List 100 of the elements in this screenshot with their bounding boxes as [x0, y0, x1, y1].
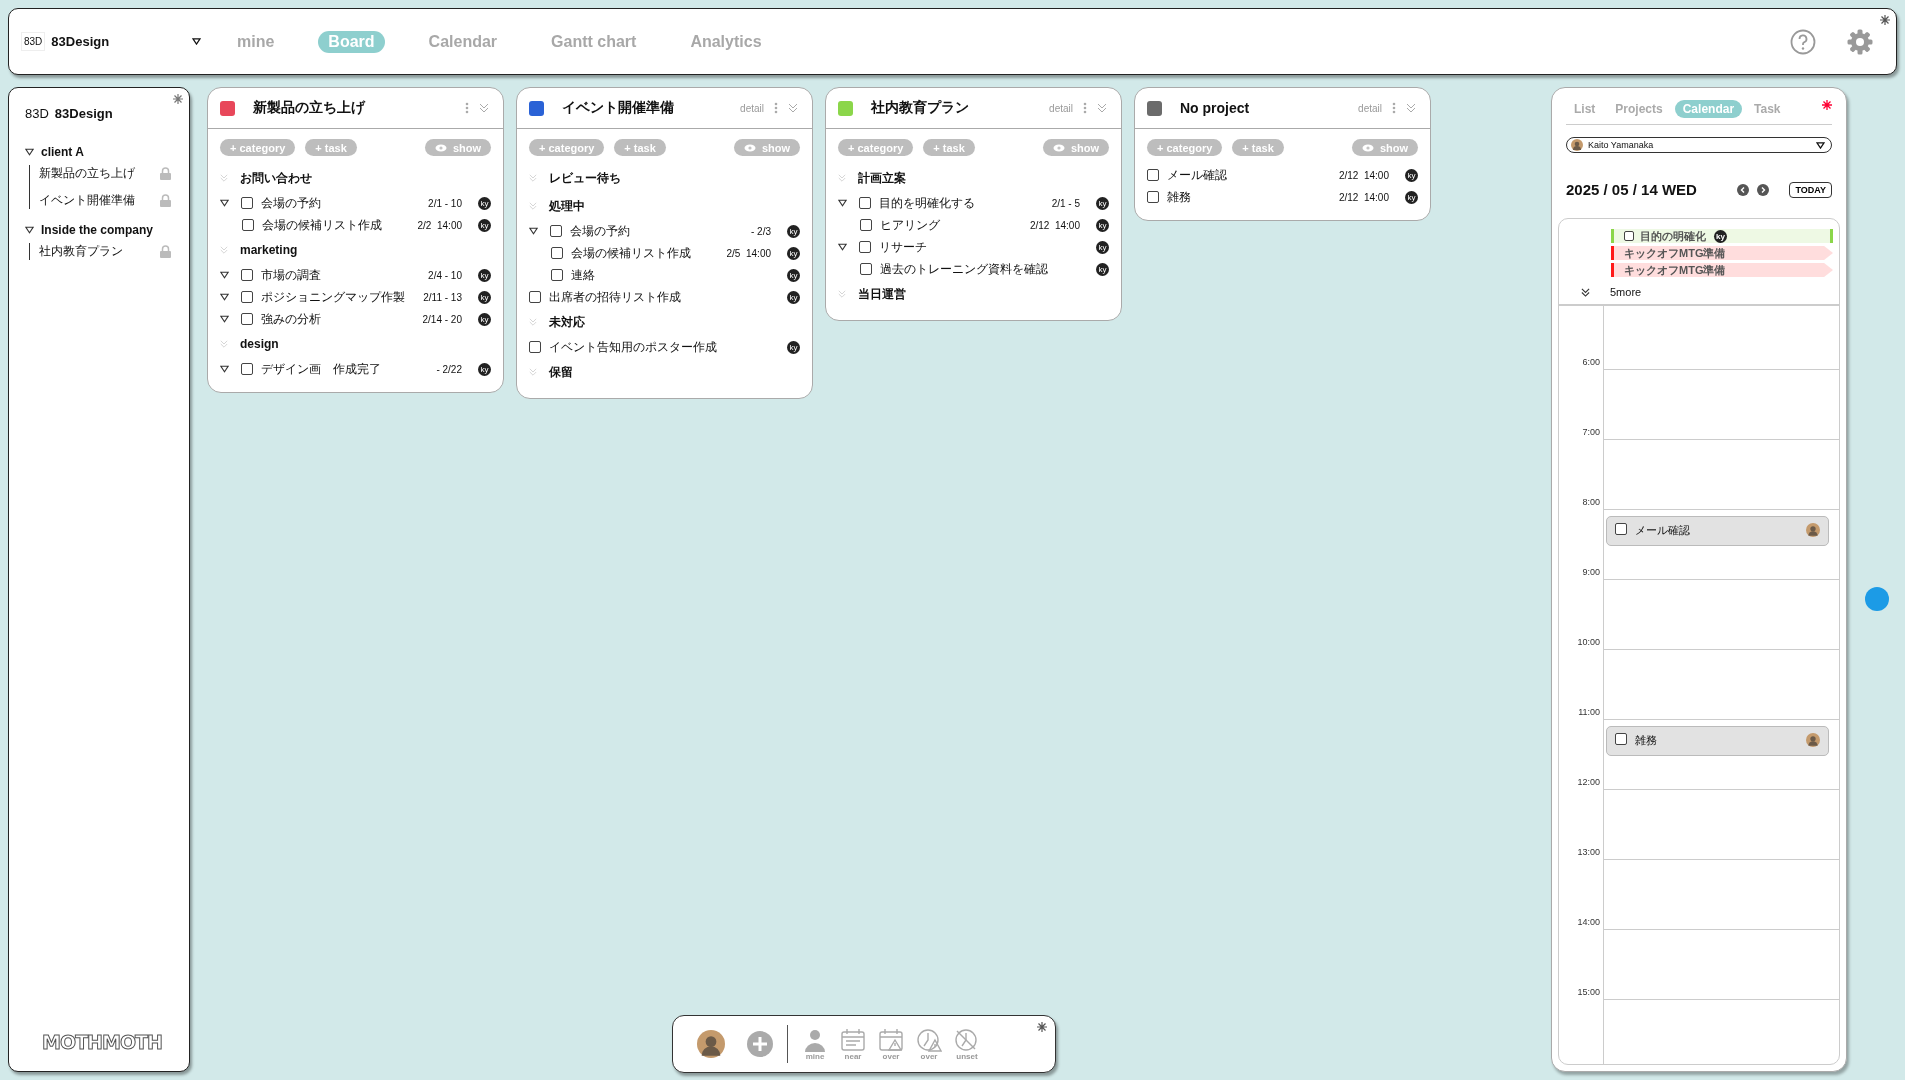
toggle-icon[interactable]	[25, 226, 34, 234]
task-date: 2/14 - 20	[422, 313, 462, 325]
assignee-avatar: ky	[787, 340, 800, 354]
settings-icon[interactable]	[1846, 27, 1874, 56]
task-checkbox[interactable]	[241, 363, 253, 375]
toggle-icon[interactable]	[529, 227, 538, 235]
asterisk-icon[interactable]	[1822, 100, 1832, 110]
help-icon[interactable]	[1790, 28, 1816, 55]
task-checkbox[interactable]	[859, 197, 871, 209]
task-name[interactable]: 会場の候補リスト作成	[262, 217, 410, 233]
asterisk-icon[interactable]	[1880, 15, 1890, 25]
task-checkbox[interactable]	[1147, 191, 1159, 203]
task-name[interactable]: リサーチ	[879, 239, 1080, 255]
task-name[interactable]: 連絡	[571, 267, 771, 283]
toggle-icon[interactable]	[838, 243, 847, 251]
avatar-icon	[1571, 139, 1583, 151]
hour-label: 15:00	[1577, 987, 1600, 997]
expand-icon[interactable]	[1581, 287, 1590, 297]
task-checkbox[interactable]	[860, 263, 872, 275]
task-checkbox[interactable]	[1147, 169, 1159, 181]
task-name[interactable]: 過去のトレーニング資料を確認	[880, 261, 1080, 277]
toggle-icon[interactable]	[220, 365, 229, 373]
caret-icon[interactable]	[192, 38, 201, 45]
task-name[interactable]: 市場の調査	[261, 267, 421, 283]
all-day-task[interactable]: 目的の明確化 ky	[1611, 229, 1833, 243]
calendar-event[interactable]: メール確認	[1606, 516, 1829, 546]
project-link[interactable]: 新製品の立ち上げ	[39, 165, 135, 182]
task-name[interactable]: メール確認	[1167, 167, 1331, 183]
workspace-name: 83Design	[51, 34, 110, 49]
project-title: 社内教育プラン	[871, 99, 970, 117]
task-name[interactable]: 会場の予約	[570, 223, 743, 239]
toggle-icon[interactable]	[220, 315, 229, 323]
next-icon[interactable]	[1757, 183, 1770, 196]
avatar-icon	[1806, 523, 1820, 537]
task-checkbox[interactable]	[859, 241, 871, 253]
eye-icon	[743, 143, 756, 152]
assignee-avatar: ky	[1096, 196, 1109, 210]
task-date: 2/12 14:00	[1338, 169, 1389, 181]
assignee-avatar: ky	[478, 268, 491, 282]
task-name[interactable]: ヒアリング	[880, 217, 1022, 233]
assignee-avatar: ky	[1405, 168, 1418, 182]
hour-label: 7:00	[1582, 427, 1600, 437]
hour-label: 12:00	[1577, 777, 1600, 787]
task-date: - 2/3	[751, 225, 771, 237]
asterisk-icon[interactable]	[173, 94, 183, 104]
task-name[interactable]: ポジショニングマップ作製	[261, 289, 416, 305]
task-name[interactable]: デザイン画 作成完了	[261, 361, 429, 377]
task-name[interactable]: 目的を明確化する	[879, 195, 1044, 211]
task-name[interactable]: 出席者の招待リスト作成	[549, 289, 771, 305]
task-checkbox[interactable]	[241, 269, 253, 281]
asterisk-icon[interactable]	[1037, 1022, 1047, 1032]
task-name[interactable]: イベント告知用のポスター作成	[549, 339, 771, 355]
task-checkbox[interactable]	[529, 291, 541, 303]
task-checkbox[interactable]	[242, 219, 254, 231]
project-link[interactable]: イベント開催準備	[39, 192, 135, 209]
previous-icon[interactable]	[1737, 183, 1750, 196]
eye-icon	[1361, 143, 1374, 152]
toggle-icon[interactable]	[220, 199, 229, 207]
task-checkbox[interactable]	[241, 313, 253, 325]
all-day-event[interactable]: キックオフMTG準備	[1611, 263, 1833, 277]
task-name[interactable]: 会場の予約	[261, 195, 421, 211]
task-checkbox[interactable]	[551, 247, 563, 259]
task-name[interactable]: 強みの分析	[261, 311, 415, 327]
task-date: 2/11 - 13	[423, 291, 462, 303]
toggle-icon[interactable]	[838, 199, 847, 207]
task-checkbox[interactable]	[860, 219, 872, 231]
floating-dot[interactable]	[1865, 587, 1889, 611]
all-day-event[interactable]: キックオフMTG準備	[1611, 246, 1833, 260]
workspace-name: 83Design	[54, 106, 113, 121]
category-title: 当日運営	[858, 285, 906, 303]
project-link[interactable]: 社内教育プラン	[39, 243, 123, 260]
toggle-icon[interactable]	[25, 148, 34, 156]
task-name[interactable]: 会場の候補リスト作成	[571, 245, 719, 261]
today-button[interactable]: TODAY	[1789, 181, 1832, 198]
task-checkbox[interactable]	[241, 197, 253, 209]
task-checkbox[interactable]	[550, 225, 562, 237]
task-checkbox[interactable]	[241, 291, 253, 303]
task-name[interactable]: 雑務	[1167, 189, 1331, 205]
calendar-event[interactable]: 雑務	[1606, 726, 1829, 756]
task-checkbox[interactable]	[529, 341, 541, 353]
avatar-icon[interactable]	[697, 1030, 725, 1058]
hour-label: 8:00	[1582, 497, 1600, 507]
assignee-avatar: ky	[478, 290, 491, 304]
toggle-icon[interactable]	[220, 271, 229, 279]
group-name[interactable]: client A	[41, 145, 84, 159]
group-name[interactable]: Inside the company	[41, 223, 154, 237]
task-date: 2/1 - 5	[1051, 197, 1080, 209]
category-title: お問い合わせ	[240, 169, 312, 187]
toggle-icon[interactable]	[220, 293, 229, 301]
category-title: 処理中	[549, 197, 585, 215]
task-checkbox[interactable]	[551, 269, 563, 281]
hour-label: 6:00	[1582, 357, 1600, 367]
more-link[interactable]: 5more	[1610, 286, 1642, 298]
assignee-avatar: ky	[1096, 240, 1109, 254]
hour-label: 10:00	[1577, 637, 1600, 647]
assignee-avatar: ky	[787, 224, 800, 238]
task-date: 2/2 14:00	[417, 219, 462, 231]
task-date: 2/5 14:00	[726, 247, 771, 259]
assignee-avatar: ky	[787, 290, 800, 304]
hour-label: 13:00	[1577, 847, 1600, 857]
